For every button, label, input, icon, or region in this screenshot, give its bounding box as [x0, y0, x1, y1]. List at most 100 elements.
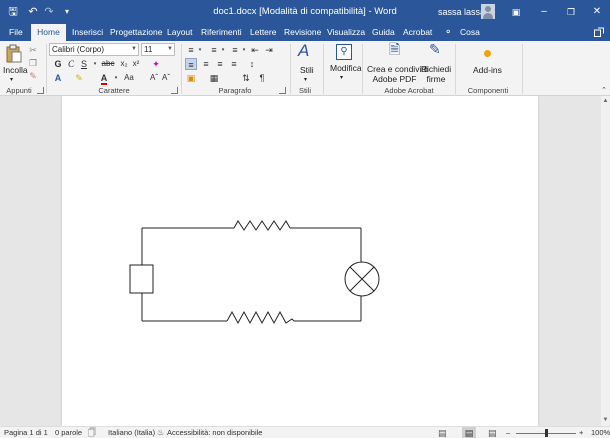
window-title: doc1.docx [Modalità di compatibilità] - … [213, 6, 397, 17]
scroll-up-icon[interactable]: ▲ [601, 97, 610, 106]
tab-insert[interactable]: Inserisci [72, 24, 103, 41]
strikethrough-icon[interactable]: abc [101, 58, 115, 70]
zoom-level[interactable]: 100% [591, 427, 610, 438]
italic-icon[interactable]: C [65, 58, 77, 70]
text-effects-icon[interactable]: A [52, 72, 64, 84]
web-layout-icon[interactable]: ▤ [488, 427, 497, 438]
user-name[interactable]: sassa lassa [438, 0, 485, 24]
accessibility-status[interactable]: Accessibilità: non disponibile [167, 427, 262, 438]
request-signatures-icon[interactable]: ✎ [429, 42, 441, 56]
line-spacing-icon[interactable]: ↕ [246, 58, 258, 70]
accessibility-icon[interactable]: ♨ [157, 427, 164, 438]
addins-group-label: Componenti aggiuntivi [467, 86, 509, 104]
ribbon-tabs: File Home Inserisci Progettazione Layout… [0, 24, 610, 71]
font-name-combo[interactable]: Calibri (Corpo) ▼ [49, 43, 139, 56]
grow-font-icon[interactable]: Aˆ [148, 72, 160, 84]
font-size-value: 11 [144, 45, 153, 54]
change-case-icon[interactable]: Aa [121, 72, 137, 84]
avatar[interactable] [481, 4, 495, 19]
tab-review[interactable]: Revisione [284, 24, 321, 41]
superscript-icon[interactable]: x² [130, 58, 142, 70]
generator-symbol [129, 264, 154, 294]
highlight-icon[interactable]: ✎ [73, 72, 85, 84]
read-mode-icon[interactable]: ▤ [438, 427, 447, 438]
borders-icon[interactable]: ▦ [208, 72, 220, 84]
share-icon[interactable] [594, 27, 604, 37]
clear-formatting-icon[interactable]: ✦ [150, 58, 162, 70]
vertical-scrollbar[interactable]: ▲ ▼ [601, 96, 610, 426]
align-left-icon[interactable]: ≡ [185, 58, 197, 70]
customize-icon[interactable]: ▾ [58, 0, 76, 24]
sort-icon[interactable]: ⇅ [240, 72, 252, 84]
close-icon[interactable]: ✕ [583, 0, 610, 24]
print-layout-icon[interactable]: ▤ [462, 427, 476, 438]
paste-icon[interactable] [6, 44, 22, 63]
create-pdf-icon[interactable]: 🗎 [389, 42, 400, 56]
tab-mailings[interactable]: Lettere [250, 24, 276, 41]
justify-icon[interactable]: ≡ [228, 58, 240, 70]
bullets-dropdown-icon[interactable]: ▾ [194, 44, 206, 56]
zoom-slider-thumb[interactable] [544, 429, 548, 437]
proofing-icon[interactable]: 🗍 [88, 427, 96, 438]
editing-button[interactable]: Modifica [330, 63, 362, 74]
shading-icon[interactable]: ▣ [185, 72, 197, 84]
addins-icon[interactable] [484, 50, 491, 57]
tab-references[interactable]: Riferimenti [201, 24, 242, 41]
subscript-icon[interactable]: x₂ [118, 58, 130, 70]
scroll-down-icon[interactable]: ▼ [601, 416, 610, 425]
title-bar: 🖫 ↶ ↷ ▾ doc1.docx [Modalità di compatibi… [0, 0, 610, 24]
align-right-icon[interactable]: ≡ [214, 58, 226, 70]
tab-view[interactable]: Visualizza [327, 24, 365, 41]
font-size-combo[interactable]: 11 ▼ [141, 43, 175, 56]
cut-icon[interactable]: ✂ [27, 44, 39, 56]
align-center-icon[interactable]: ≡ [200, 58, 212, 70]
paste-button[interactable]: Incolla [3, 65, 28, 76]
save-icon[interactable]: 🖫 [4, 0, 22, 24]
copy-icon[interactable]: ❐ [27, 57, 39, 69]
zoom-in-button[interactable]: + [579, 427, 583, 438]
minimize-icon[interactable]: – [530, 0, 558, 24]
bold-icon[interactable]: G [52, 58, 64, 70]
circuit-drawing [129, 220, 380, 325]
paragraph-launcher-icon[interactable] [279, 87, 286, 94]
font-color-icon[interactable]: A [98, 72, 110, 85]
page-count[interactable]: Pagina 1 di 1 [4, 427, 48, 438]
tab-design[interactable]: Progettazione [110, 24, 162, 41]
format-painter-icon[interactable]: ✎ [27, 70, 39, 82]
ribbon-display-options-icon[interactable]: ▣ [502, 0, 530, 24]
numbering-dropdown-icon[interactable]: ▾ [217, 44, 229, 56]
document-page[interactable] [62, 96, 538, 426]
tab-file[interactable]: File [9, 24, 23, 41]
decrease-indent-icon[interactable]: ⇤ [249, 44, 261, 56]
font-launcher-icon[interactable] [171, 87, 178, 94]
language-indicator[interactable]: Italiano (Italia) [108, 427, 155, 438]
word-count[interactable]: 0 parole [55, 427, 82, 438]
font-name-dropdown-icon[interactable]: ▼ [131, 44, 137, 55]
restore-icon[interactable]: ❐ [557, 0, 585, 24]
paste-dropdown-icon[interactable]: ▾ [10, 75, 13, 86]
show-formatting-icon[interactable]: ¶ [256, 72, 268, 84]
resistor-bottom [226, 310, 295, 325]
redo-icon[interactable]: ↷ [40, 0, 58, 24]
clipboard-group-label: Appunti [6, 86, 32, 95]
tab-layout[interactable]: Layout [167, 24, 193, 41]
find-icon[interactable]: ⚲ [336, 44, 352, 60]
document-workspace [0, 96, 601, 426]
font-size-dropdown-icon[interactable]: ▼ [167, 44, 173, 55]
paragraph-group-label: Paragrafo [218, 86, 252, 95]
font-group-label: Carattere [98, 86, 130, 95]
underline-dropdown-icon[interactable]: ▾ [89, 58, 101, 70]
editing-dropdown-icon[interactable]: ▾ [340, 73, 343, 84]
tab-home[interactable]: Home [31, 24, 66, 42]
zoom-out-button[interactable]: – [506, 427, 510, 438]
addins-button[interactable]: Add-ins [473, 65, 502, 76]
request-signatures-label-2[interactable]: firme [420, 74, 452, 85]
create-pdf-label-2[interactable]: Adobe PDF [367, 74, 422, 85]
styles-icon[interactable]: A [298, 41, 309, 61]
clipboard-launcher-icon[interactable] [37, 87, 44, 94]
styles-dropdown-icon[interactable]: ▾ [304, 75, 307, 86]
tab-acrobat[interactable]: Acrobat [403, 24, 432, 41]
tab-help[interactable]: Guida [372, 24, 395, 41]
shrink-font-icon[interactable]: Aˇ [160, 72, 172, 84]
increase-indent-icon[interactable]: ⇥ [263, 44, 275, 56]
